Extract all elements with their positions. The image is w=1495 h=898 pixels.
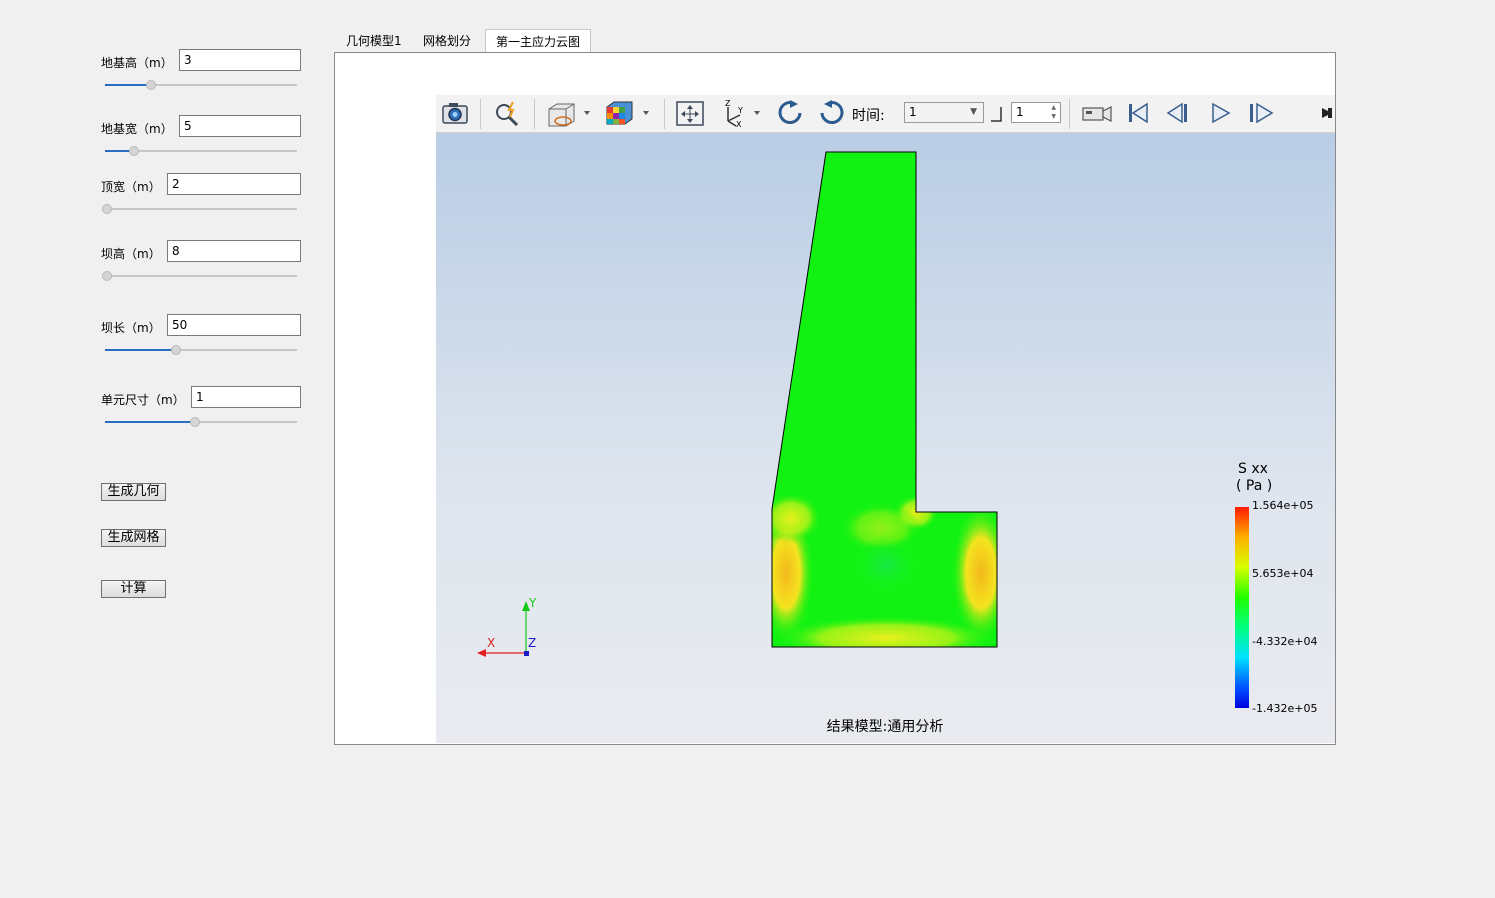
step-spinbox-value: 1 <box>1016 105 1024 119</box>
axis-orientation-icon[interactable]: Z Y X <box>718 99 766 127</box>
tab-principal-stress[interactable]: 第一主应力云图 <box>485 29 592 54</box>
legend-tick-min: -1.432e+05 <box>1252 702 1317 715</box>
legend-unit: ( Pa ) <box>1236 478 1272 494</box>
axis-z-label: Z <box>528 636 536 650</box>
foundation-height-label: 地基高（m） <box>101 56 173 70</box>
dam-stress-field <box>772 152 997 647</box>
result-viewer: Z Y X 时间: 1 ▼ 1 ▲ ▼ Y X Z S xx (Pa) 1.… <box>436 95 1335 743</box>
compute-button[interactable]: 计算 <box>101 580 166 598</box>
fit-view-icon[interactable] <box>674 99 706 127</box>
contour-plot: Y X Z S xx ( Pa ) 1.564e+05 5.653e+04 -4… <box>477 151 1317 735</box>
color-legend: S xx ( Pa ) 1.564e+05 5.653e+04 -4.332e+… <box>1235 461 1317 715</box>
time-select[interactable]: 1 ▼ <box>904 102 984 123</box>
play-icon[interactable] <box>1208 99 1234 127</box>
svg-text:X: X <box>736 120 742 127</box>
element-size-input[interactable]: 1 <box>191 386 301 408</box>
toolbar-extension-icon[interactable] <box>1320 99 1334 127</box>
viewport-caption: 结果模型:通用分析 <box>827 719 944 735</box>
legend-title: S xx <box>1238 461 1268 477</box>
zoom-fit-icon[interactable] <box>492 99 522 127</box>
svg-text:Y: Y <box>737 106 743 115</box>
time-label: 时间: <box>852 108 885 124</box>
tab-mesh[interactable]: 网格划分 <box>413 29 481 53</box>
time-select-value: 1 <box>909 105 917 119</box>
foundation-width-input[interactable]: 5 <box>179 115 301 137</box>
dam-height-slider[interactable] <box>102 270 297 282</box>
dam-length-slider[interactable] <box>105 344 297 356</box>
top-width-slider[interactable] <box>102 203 297 215</box>
screenshot-icon[interactable] <box>440 99 470 127</box>
svg-text:Z: Z <box>725 99 731 108</box>
display-mode-icon[interactable] <box>544 99 592 127</box>
legend-colorbar <box>1235 507 1249 708</box>
next-frame-icon[interactable] <box>1246 99 1276 127</box>
tab-geometry-model[interactable]: 几何模型1 <box>336 29 412 53</box>
dam-height-input[interactable]: 8 <box>167 240 301 262</box>
dam-length-label: 坝长（m） <box>101 321 161 335</box>
dam-height-label: 坝高（m） <box>101 247 161 261</box>
viewer-toolbar: Z Y X 时间: 1 ▼ 1 ▲ ▼ <box>436 95 1335 133</box>
step-spinbox[interactable]: 1 ▲ ▼ <box>1011 102 1061 123</box>
element-size-slider[interactable] <box>105 416 297 428</box>
axis-x-label: X <box>487 636 495 650</box>
element-size-label: 单元尺寸（m） <box>101 393 185 407</box>
foundation-width-label: 地基宽（m） <box>101 122 173 136</box>
viewport-3d[interactable]: Y X Z S xx ( Pa ) 1.564e+05 5.653e+04 -4… <box>436 133 1335 743</box>
spin-arrows-icon[interactable]: ▲ ▼ <box>1051 103 1056 121</box>
record-video-icon[interactable] <box>1080 99 1114 127</box>
foundation-width-slider[interactable] <box>105 145 297 157</box>
chevron-down-icon: ▼ <box>970 107 977 117</box>
legend-tick-upper: 5.653e+04 <box>1252 567 1313 580</box>
rotate-clockwise-icon[interactable] <box>776 99 806 127</box>
axis-triad: Y X Z <box>477 596 537 657</box>
generate-geometry-button[interactable]: 生成几何 <box>101 483 166 501</box>
legend-tick-max: 1.564e+05 <box>1252 499 1313 512</box>
foundation-height-input[interactable]: 3 <box>179 49 301 71</box>
legend-tick-lower: -4.332e+04 <box>1252 635 1317 648</box>
generate-mesh-button[interactable]: 生成网格 <box>101 529 166 547</box>
contour-cube-icon[interactable] <box>604 99 652 127</box>
axis-y-label: Y <box>528 596 537 610</box>
top-width-input[interactable]: 2 <box>167 173 301 195</box>
dam-length-input[interactable]: 50 <box>167 314 301 336</box>
previous-frame-icon[interactable] <box>1164 99 1194 127</box>
first-frame-icon[interactable] <box>1124 99 1152 127</box>
step-corner-icon <box>991 107 1002 122</box>
top-width-label: 顶宽（m） <box>101 180 161 194</box>
rotate-counterclockwise-icon[interactable] <box>816 99 846 127</box>
foundation-height-slider[interactable] <box>105 79 297 91</box>
